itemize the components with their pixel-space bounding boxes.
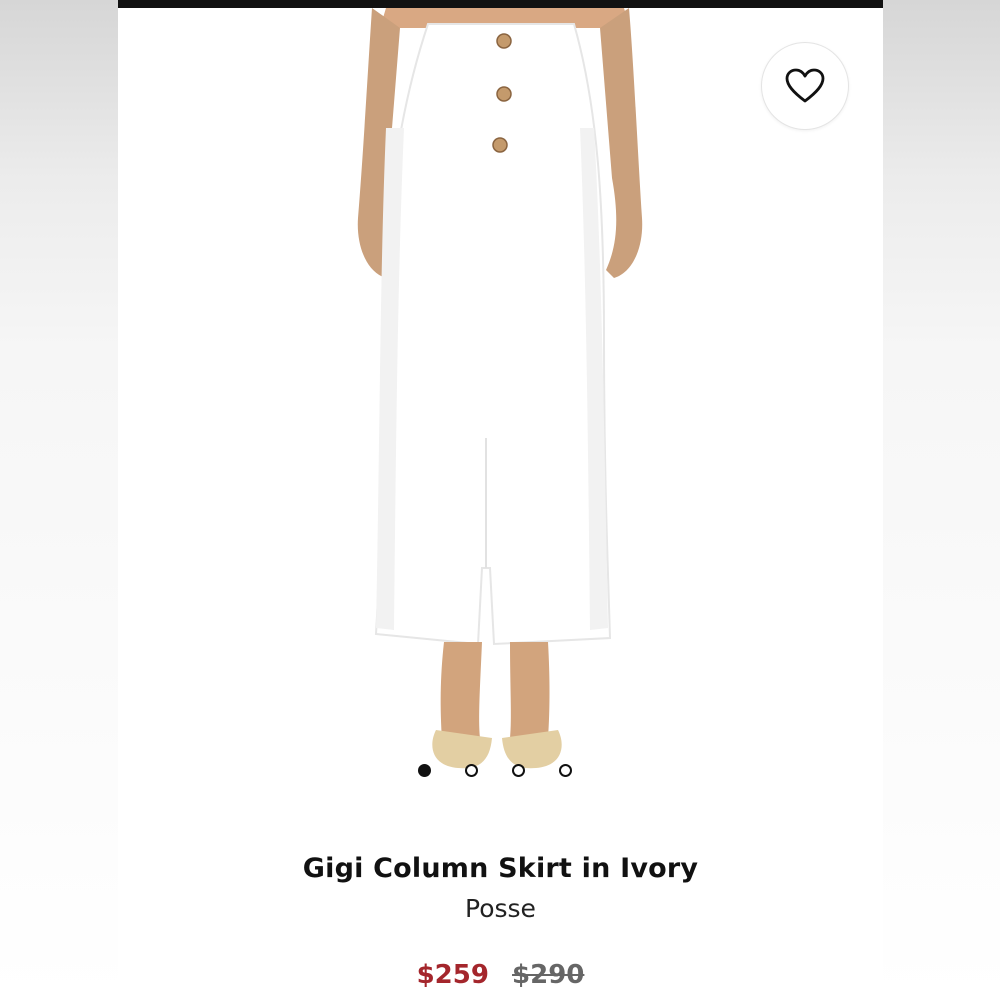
heart-icon: [785, 68, 825, 103]
product-brand[interactable]: Posse: [118, 894, 883, 923]
favorite-button[interactable]: [761, 42, 849, 130]
skirt-button: [492, 137, 508, 153]
skirt: [374, 23, 612, 646]
skirt-button: [496, 86, 512, 102]
product-title: Gigi Column Skirt in Ivory: [302, 853, 699, 884]
right-arm: [600, 8, 643, 278]
left-gray-margin: [0, 0, 118, 1000]
product-image[interactable]: [118, 8, 883, 788]
sale-price: $259: [416, 960, 489, 990]
original-price: $290: [512, 960, 585, 990]
image-pagination: [418, 764, 583, 780]
right-gray-margin: [882, 0, 1000, 1000]
pagination-dot-2[interactable]: [465, 764, 478, 777]
pagination-dot-3[interactable]: [512, 764, 525, 777]
left-shoe: [432, 730, 492, 769]
product-card: Gigi Column Skirt in Ivory Posse $259 $2…: [118, 8, 883, 1000]
pagination-dot-4[interactable]: [559, 764, 572, 777]
right-leg: [510, 642, 550, 738]
top-bar: [118, 0, 883, 8]
price-row: $259 $290: [118, 960, 883, 990]
pagination-dot-1[interactable]: [418, 764, 431, 777]
left-leg: [440, 642, 482, 740]
skirt-button: [496, 33, 512, 49]
